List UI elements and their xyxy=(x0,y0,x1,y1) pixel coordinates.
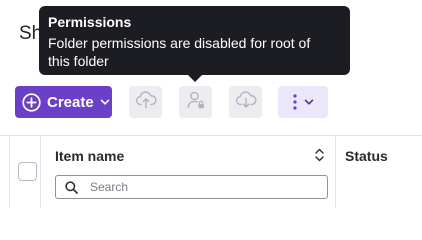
cloud-download-icon xyxy=(235,90,257,114)
select-all-checkbox[interactable] xyxy=(18,162,37,181)
search-input[interactable] xyxy=(90,180,310,194)
column-divider xyxy=(335,136,336,208)
create-button[interactable]: Create xyxy=(15,86,112,118)
permissions-tooltip: Permissions Folder permissions are disab… xyxy=(39,6,350,82)
upload-button[interactable] xyxy=(129,86,162,118)
tooltip-message: Folder permissions are disabled for root… xyxy=(48,34,341,70)
create-button-label: Create xyxy=(47,93,94,111)
sort-icon[interactable] xyxy=(313,147,326,163)
search-icon xyxy=(65,180,78,194)
plus-circle-icon xyxy=(22,92,41,112)
more-vertical-icon xyxy=(292,94,297,110)
permissions-button[interactable] xyxy=(179,86,212,118)
table-header-divider xyxy=(0,135,422,136)
tooltip-arrow xyxy=(188,75,202,82)
chevron-down-icon xyxy=(100,97,110,107)
tooltip-message-line1: Folder permissions are disabled for root… xyxy=(48,35,311,51)
column-header-status[interactable]: Status xyxy=(345,148,388,164)
cloud-upload-icon xyxy=(135,90,157,114)
search-field[interactable] xyxy=(55,175,328,199)
user-lock-icon xyxy=(186,90,206,115)
tooltip-message-line2: this folder xyxy=(48,53,109,69)
download-button[interactable] xyxy=(229,86,262,118)
tooltip-title: Permissions xyxy=(48,14,132,30)
chevron-down-icon xyxy=(304,97,314,107)
column-header-item-name[interactable]: Item name xyxy=(55,148,124,164)
more-actions-button[interactable] xyxy=(278,86,328,118)
